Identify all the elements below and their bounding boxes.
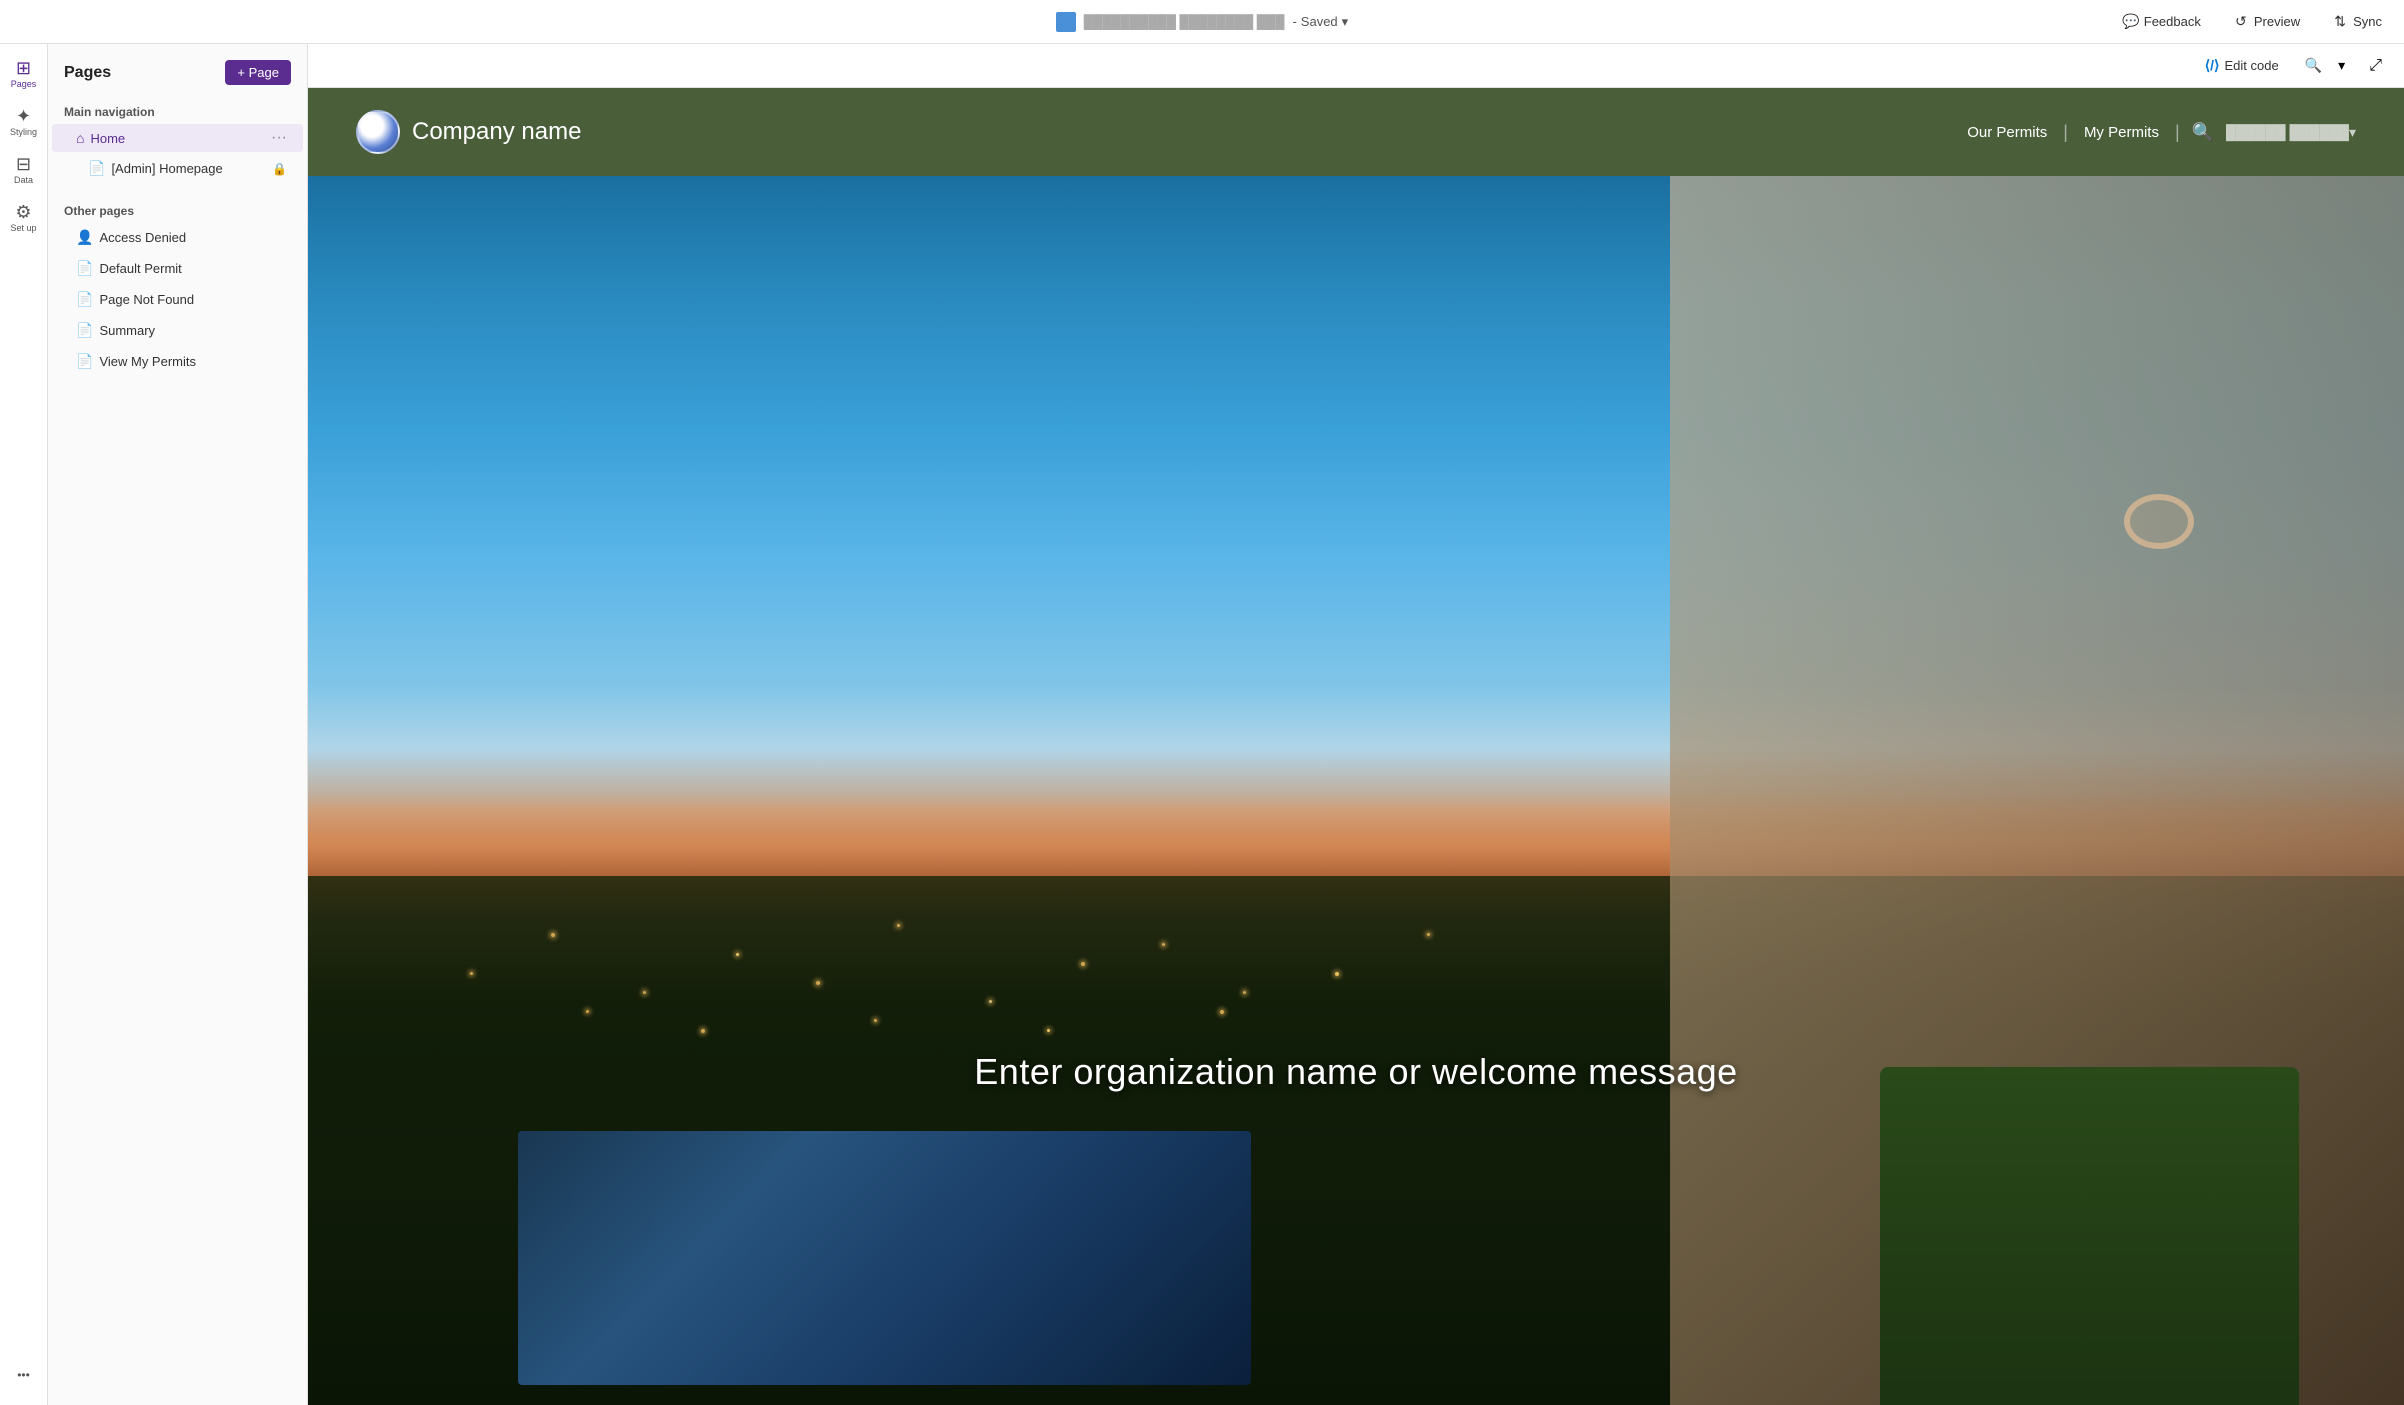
styling-icon: ✦ (16, 107, 31, 125)
zoom-in-button[interactable]: 🔍 (2299, 55, 2328, 76)
more-icon: ••• (17, 1369, 30, 1381)
rail-item-pages[interactable]: ⊞ Pages (4, 52, 44, 96)
rail-item-more[interactable]: ••• (4, 1353, 44, 1397)
sidebar-item-admin-homepage[interactable]: 📄 [Admin] Homepage 🔒 (52, 154, 303, 183)
hero-section: Enter organization name or welcome messa… (308, 176, 2404, 1405)
feedback-icon: 💬 (2123, 14, 2139, 30)
data-icon: ⊟ (16, 155, 31, 173)
sidebar-item-access-denied[interactable]: 👤 Access Denied (52, 223, 303, 252)
admin-page-icon: 📄 (88, 160, 105, 177)
vscode-icon: ⟨/⟩ (2205, 57, 2220, 74)
view-my-permits-icon: 📄 (76, 353, 93, 370)
sidebar-item-home[interactable]: ⌂ Home ··· (52, 124, 303, 152)
sidebar-item-view-my-permits[interactable]: 📄 View My Permits (52, 347, 303, 376)
zoom-controls: 🔍 ▾ (2299, 55, 2351, 76)
preview-canvas: Company name Our Permits | My Permits | … (308, 88, 2404, 1405)
sidebar-header: Pages + Page (48, 60, 307, 97)
pages-icon: ⊞ (16, 59, 31, 77)
saved-badge: - Saved ▾ (1292, 14, 1348, 30)
nav-item-our-permits[interactable]: Our Permits (1959, 120, 2055, 145)
website-preview: Company name Our Permits | My Permits | … (308, 88, 2404, 1405)
hero-text-overlay: Enter organization name or welcome messa… (308, 1051, 2404, 1093)
preview-icon: ↺ (2233, 14, 2249, 30)
site-nav: Our Permits | My Permits | 🔍 ██████ ████… (1959, 118, 2356, 147)
default-permit-icon: 📄 (76, 260, 93, 277)
rail-item-data[interactable]: ⊟ Data (4, 148, 44, 192)
page-not-found-icon: 📄 (76, 291, 93, 308)
sidebar-item-default-permit[interactable]: 📄 Default Permit (52, 254, 303, 283)
site-logo: Company name (356, 110, 1939, 154)
top-bar-center: ██████████ ████████ ███ - Saved ▾ (1056, 12, 1348, 32)
greenery-element (1880, 1067, 2299, 1405)
logo-circle (356, 110, 400, 154)
nav-divider-2: | (2175, 122, 2180, 143)
sidebar: Pages + Page Main navigation ⌂ Home ··· … (48, 44, 308, 1405)
site-header: Company name Our Permits | My Permits | … (308, 88, 2404, 176)
content-area: ⟨/⟩ Edit code 🔍 ▾ ⤢ Company name Our (308, 44, 2404, 1405)
hero-background (308, 176, 2404, 1405)
summary-icon: 📄 (76, 322, 93, 339)
setup-icon: ⚙ (15, 203, 31, 221)
edit-code-button[interactable]: ⟨/⟩ Edit code (2197, 53, 2287, 78)
app-title: ██████████ ████████ ███ (1084, 14, 1285, 29)
nav-divider: | (2063, 122, 2068, 143)
rail-item-setup[interactable]: ⚙ Set up (4, 196, 44, 240)
sidebar-title: Pages (64, 64, 111, 82)
edit-toolbar: ⟨/⟩ Edit code 🔍 ▾ ⤢ (308, 44, 2404, 88)
file-icon (1056, 12, 1076, 32)
sidebar-item-page-not-found[interactable]: 📄 Page Not Found (52, 285, 303, 314)
city-lights (413, 876, 1566, 1067)
rail-item-styling[interactable]: ✦ Styling (4, 100, 44, 144)
hero-welcome-text: Enter organization name or welcome messa… (974, 1051, 1737, 1092)
zoom-chevron-button[interactable]: ▾ (2332, 55, 2351, 76)
main-layout: ⊞ Pages ✦ Styling ⊟ Data ⚙ Set up ••• Pa… (0, 44, 2404, 1405)
icon-rail: ⊞ Pages ✦ Styling ⊟ Data ⚙ Set up ••• (0, 44, 48, 1405)
add-page-button[interactable]: + Page (225, 60, 291, 85)
preview-button[interactable]: ↺ Preview (2227, 10, 2306, 34)
sync-icon: ⇅ (2332, 14, 2348, 30)
pool-element (518, 1131, 1252, 1386)
home-icon: ⌂ (76, 130, 84, 146)
lock-icon: 🔒 (272, 162, 287, 176)
expand-button[interactable]: ⤢ (2363, 53, 2388, 79)
other-pages-label: Other pages (48, 196, 307, 222)
access-denied-icon: 👤 (76, 229, 93, 246)
top-bar: ██████████ ████████ ███ - Saved ▾ 💬 Feed… (0, 0, 2404, 44)
user-dropdown[interactable]: ██████ ██████▾ (2226, 124, 2356, 141)
feedback-button[interactable]: 💬 Feedback (2117, 10, 2207, 34)
main-nav-label: Main navigation (48, 97, 307, 123)
top-bar-right: 💬 Feedback ↺ Preview ⇅ Sync (1348, 10, 2388, 34)
sidebar-item-summary[interactable]: 📄 Summary (52, 316, 303, 345)
home-more-icon[interactable]: ··· (271, 130, 287, 146)
sync-button[interactable]: ⇅ Sync (2326, 10, 2388, 34)
nav-item-my-permits[interactable]: My Permits (2076, 120, 2167, 145)
site-search-icon[interactable]: 🔍 (2188, 118, 2218, 147)
